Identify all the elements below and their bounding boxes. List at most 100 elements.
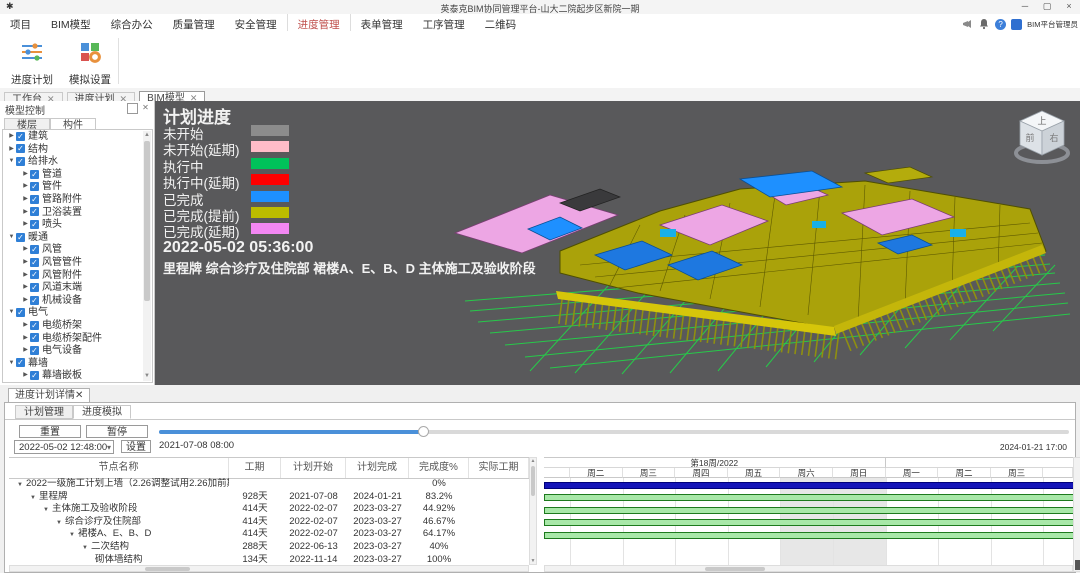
row-expander-icon[interactable]: ▼	[30, 495, 36, 501]
slider-thumb[interactable]	[418, 426, 429, 437]
tree-item[interactable]: ▼✓电气	[3, 306, 152, 319]
tree-expander-icon[interactable]: ▶	[21, 319, 30, 332]
tree-expander-icon[interactable]: ▼	[7, 231, 16, 244]
datetime-picker[interactable]: 2022-05-02 12:48:00▾	[14, 440, 114, 454]
tree-item[interactable]: ▶✓机械设备	[3, 294, 152, 307]
tree-checkbox[interactable]: ✓	[16, 308, 25, 317]
simulation-settings-button[interactable]: 模拟设置	[62, 38, 118, 84]
tree-checkbox[interactable]: ✓	[30, 245, 39, 254]
tree-checkbox[interactable]: ✓	[30, 258, 39, 267]
settings-button[interactable]: 设置	[121, 440, 151, 453]
bim-model-3d[interactable]	[410, 133, 1080, 383]
tree-checkbox[interactable]: ✓	[30, 333, 39, 342]
tree-checkbox[interactable]: ✓	[30, 195, 39, 204]
reset-button[interactable]: 重置	[19, 425, 81, 438]
tree-expander-icon[interactable]: ▶	[21, 193, 30, 206]
menu-item-8[interactable]: 二维码	[475, 14, 527, 31]
table-row[interactable]: ▼主体施工及验收阶段414天2022-02-072023-03-2744.92%	[9, 503, 529, 516]
tree-item[interactable]: ▶✓电气设备	[3, 344, 152, 357]
tree-expander-icon[interactable]: ▶	[21, 344, 30, 357]
tree-item[interactable]: ▼✓暖通	[3, 231, 152, 244]
table-row[interactable]: ▼2022一级施工计划上墙（2.26调整试用2.26加前期）0%	[9, 478, 529, 491]
row-expander-icon[interactable]: ▼	[69, 532, 75, 538]
tree-item[interactable]: ▶✓卫浴装置	[3, 206, 152, 219]
schedule-plan-button[interactable]: 进度计划	[4, 38, 60, 84]
tree-checkbox[interactable]: ✓	[16, 132, 25, 141]
tree-expander-icon[interactable]: ▶	[21, 218, 30, 231]
help-icon[interactable]: ?	[995, 19, 1006, 30]
tree-expander-icon[interactable]: ▶	[7, 143, 16, 156]
tree-checkbox[interactable]: ✓	[16, 144, 25, 153]
tree-item[interactable]: ▼✓幕墙	[3, 357, 152, 370]
menu-item-7[interactable]: 工序管理	[413, 14, 475, 31]
close-panel-icon[interactable]: ✕	[141, 103, 150, 112]
tree-expander-icon[interactable]: ▶	[21, 294, 30, 307]
tree-checkbox[interactable]: ✓	[30, 207, 39, 216]
user-name[interactable]: BIM平台管理员	[1027, 19, 1078, 30]
tree-checkbox[interactable]: ✓	[16, 157, 25, 166]
tree-expander-icon[interactable]: ▶	[21, 332, 30, 345]
menu-item-5[interactable]: 进度管理	[287, 14, 351, 31]
menu-item-1[interactable]: BIM模型	[41, 14, 101, 31]
table-vscrollbar[interactable]: ▲ ▼	[529, 457, 537, 565]
tree-item[interactable]: ▶✓幕墙嵌板	[3, 369, 152, 382]
tree-expander-icon[interactable]: ▶	[21, 369, 30, 382]
tree-expander-icon[interactable]: ▼	[7, 306, 16, 319]
tree-checkbox[interactable]: ✓	[30, 270, 39, 279]
tree-item[interactable]: ▶✓风道末端	[3, 281, 152, 294]
pause-button[interactable]: 暂停	[86, 425, 148, 438]
chevron-down-icon[interactable]: ▾	[107, 441, 111, 455]
row-expander-icon[interactable]: ▼	[82, 545, 88, 551]
tree-item[interactable]: ▼✓给排水	[3, 155, 152, 168]
table-row[interactable]: ▼里程牌928天2021-07-082024-01-2183.2%	[9, 491, 529, 504]
tree-checkbox[interactable]: ✓	[16, 233, 25, 242]
detail-subtab-0[interactable]: 计划管理	[15, 405, 73, 419]
tree-checkbox[interactable]: ✓	[30, 283, 39, 292]
tree-checkbox[interactable]: ✓	[30, 371, 39, 380]
minimize-button[interactable]: ─	[1014, 0, 1036, 13]
3d-viewport[interactable]: 计划进度 未开始未开始(延期)执行中执行中(延期)已完成已完成(提前)已完成(延…	[155, 101, 1080, 385]
tree-item[interactable]: ▶✓管道	[3, 168, 152, 181]
menu-item-2[interactable]: 综合办公	[101, 14, 163, 31]
row-expander-icon[interactable]: ▼	[56, 520, 62, 526]
tree-item[interactable]: ▶✓管件	[3, 180, 152, 193]
bell-icon[interactable]	[978, 18, 990, 30]
close-icon[interactable]: ✕	[75, 390, 83, 401]
tree-checkbox[interactable]: ✓	[30, 296, 39, 305]
tree-expander-icon[interactable]: ▶	[21, 180, 30, 193]
tree-expander-icon[interactable]: ▶	[21, 269, 30, 282]
tree-expander-icon[interactable]: ▼	[7, 357, 16, 370]
gantt-vscrollbar[interactable]	[1073, 457, 1080, 572]
tree-expander-icon[interactable]: ▼	[7, 155, 16, 168]
tree-checkbox[interactable]: ✓	[30, 170, 39, 179]
tree-checkbox[interactable]: ✓	[30, 346, 39, 355]
menu-item-3[interactable]: 质量管理	[163, 14, 225, 31]
table-hscrollbar[interactable]	[9, 565, 529, 572]
maximize-button[interactable]: ▢	[1036, 0, 1058, 13]
table-row[interactable]: ▼裙楼A、E、B、D414天2022-02-072023-03-2764.17%	[9, 528, 529, 541]
row-expander-icon[interactable]: ▼	[17, 482, 23, 488]
table-row[interactable]: ▼二次结构288天2022-06-132023-03-2740%	[9, 541, 529, 554]
menu-item-0[interactable]: 项目	[0, 14, 41, 31]
tree-expander-icon[interactable]: ▶	[21, 243, 30, 256]
tree-expander-icon[interactable]: ▶	[21, 206, 30, 219]
detail-subtab-1[interactable]: 进度模拟	[73, 405, 131, 419]
view-cube[interactable]: 上 前 右	[1010, 105, 1074, 169]
menu-item-4[interactable]: 安全管理	[225, 14, 287, 31]
tree-checkbox[interactable]: ✓	[30, 182, 39, 191]
row-expander-icon[interactable]: ▼	[43, 507, 49, 513]
tree-expander-icon[interactable]: ▶	[7, 130, 16, 143]
tree-item[interactable]: ▶✓电缆桥架	[3, 319, 152, 332]
tree-checkbox[interactable]: ✓	[30, 321, 39, 330]
table-row[interactable]: ▼综合诊疗及住院部414天2022-02-072023-03-2746.67%	[9, 516, 529, 529]
tree-expander-icon[interactable]: ▶	[21, 256, 30, 269]
tree-item[interactable]: ▶✓喷头	[3, 218, 152, 231]
gantt-hscrollbar[interactable]	[544, 565, 1073, 572]
avatar[interactable]	[1011, 19, 1022, 30]
tree-checkbox[interactable]: ✓	[16, 358, 25, 367]
announcement-icon[interactable]	[961, 18, 973, 30]
tree-expander-icon[interactable]: ▶	[21, 281, 30, 294]
tree-item[interactable]: ▶✓电缆桥架配件	[3, 332, 152, 345]
menu-item-6[interactable]: 表单管理	[351, 14, 413, 31]
tree-item[interactable]: ▶✓风管附件	[3, 269, 152, 282]
